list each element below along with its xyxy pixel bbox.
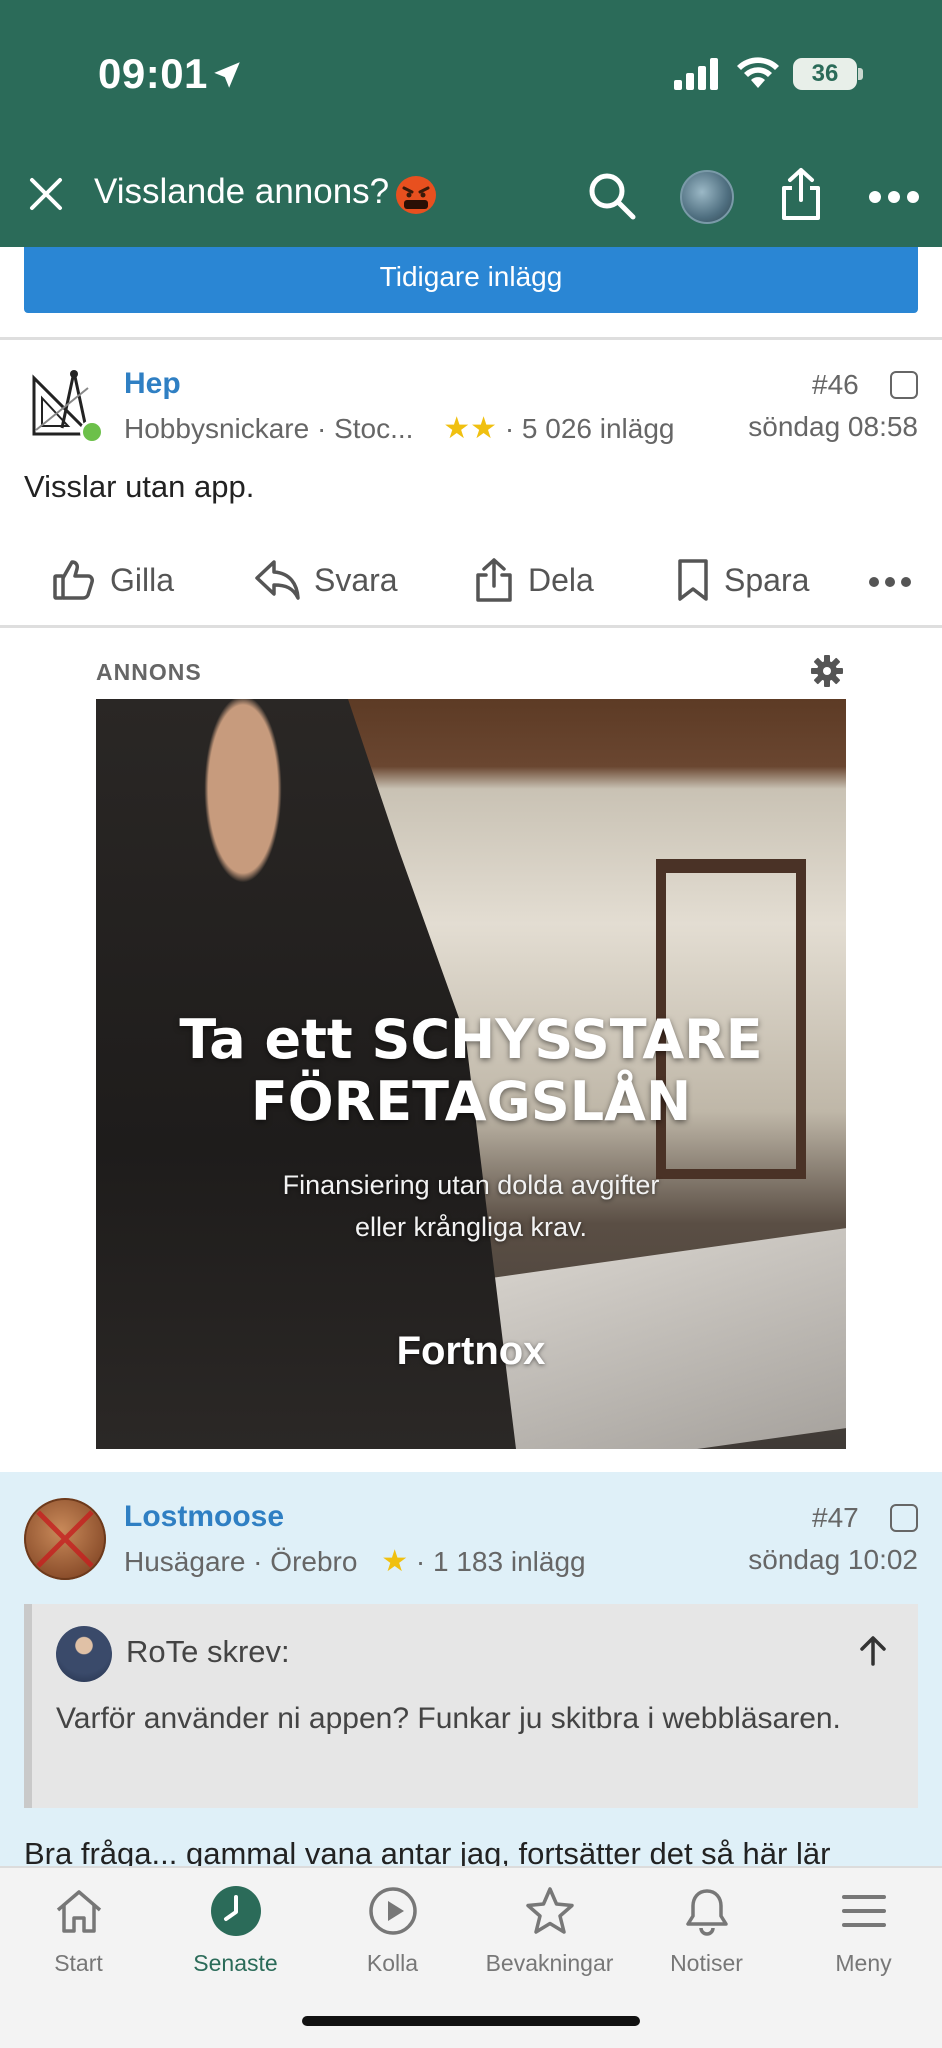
top-bar: 09:01 36 Visslande annons? — [0, 0, 942, 247]
battery-indicator: 36 — [793, 58, 857, 90]
home-icon — [56, 1890, 101, 1933]
post-46: Hep Hobbysnickare · Stoc... ★★ · 5 026 i… — [0, 341, 942, 627]
nav-item-meny[interactable]: Meny — [785, 1882, 942, 1977]
previous-posts-button[interactable]: Tidigare inlägg — [24, 247, 918, 313]
ad-label: ANNONS — [96, 659, 202, 685]
angry-face-emoji-icon — [396, 176, 436, 214]
share-label: Dela — [528, 561, 594, 598]
thumbs-up-icon — [53, 560, 94, 600]
search-icon[interactable] — [586, 170, 638, 222]
nav-label: Notiser — [670, 1950, 743, 1976]
nav-label: Start — [54, 1950, 103, 1976]
post-username[interactable]: Lostmoose — [124, 1500, 284, 1534]
post-body: Bra fråga... gammal vana antar jag, fort… — [24, 1836, 831, 1868]
nav-item-senaste[interactable]: Senaste — [157, 1882, 314, 1977]
like-button[interactable]: Gilla — [52, 555, 174, 605]
quote-text: Varför använder ni appen? Funkar ju skit… — [56, 1702, 841, 1735]
nav-label: Kolla — [366, 1950, 419, 1976]
ad-brand-logo: Fortnox — [396, 1329, 546, 1373]
post-body: Visslar utan app. — [24, 469, 255, 504]
ad-image[interactable]: Ta ett SCHYSSTARE FÖRETAGSLÅN Finansieri… — [96, 699, 846, 1449]
ad-headline: Ta ett SCHYSSTARE FÖRETAGSLÅN — [96, 1009, 846, 1133]
nav-item-notiser[interactable]: Notiser — [628, 1882, 785, 1977]
advertisement: ANNONS Ta ett SCHYSSTARE FÖRETAGSLÅN Fin… — [0, 629, 942, 1469]
post-date: söndag 10:02 — [748, 1544, 918, 1575]
quote-block[interactable]: RoTe skrev: Varför använder ni appen? Fu… — [24, 1604, 918, 1808]
nav-label: Senaste — [193, 1950, 278, 1976]
gear-icon[interactable] — [810, 654, 844, 688]
post-username[interactable]: Hep — [124, 367, 181, 401]
ad-subtext-line1: Finansiering utan dolda avgifter — [282, 1170, 660, 1200]
share-post-button[interactable]: Dela — [474, 555, 594, 605]
nav-item-start[interactable]: Start — [0, 1882, 157, 1977]
ad-subtext: Finansiering utan dolda avgifter eller k… — [96, 1164, 846, 1248]
post-meta: Hobbysnickare · Stoc... ★★ · 5 026 inläg… — [124, 411, 675, 446]
author-post-count: · 5 026 inlägg — [504, 413, 675, 444]
cellular-signal-icon — [674, 58, 718, 90]
divider — [0, 625, 942, 628]
online-status-indicator — [80, 420, 104, 444]
post-number[interactable]: #46 — [812, 369, 859, 401]
clock-icon — [210, 1886, 261, 1936]
nav-item-kolla[interactable]: Kolla — [314, 1882, 471, 1977]
location-arrow-icon — [214, 62, 240, 88]
nav-item-bevakningar[interactable]: Bevakningar — [471, 1882, 628, 1977]
post-author-avatar[interactable] — [24, 1498, 106, 1580]
divider — [0, 337, 942, 340]
reply-label: Svara — [314, 561, 398, 598]
post-number[interactable]: #47 — [812, 1502, 859, 1534]
author-location: Hobbysnickare · Stoc... — [124, 413, 414, 444]
share-icon — [476, 558, 512, 602]
menu-icon — [841, 1895, 886, 1927]
battery-tip — [858, 68, 863, 80]
reply-arrow-icon — [255, 560, 300, 600]
close-icon[interactable] — [26, 174, 66, 214]
select-post-checkbox[interactable] — [890, 371, 918, 399]
bookmark-icon — [678, 559, 708, 601]
ad-headline-line2: FÖRETAGSLÅN — [250, 1070, 692, 1133]
share-icon[interactable] — [778, 166, 824, 222]
rating-stars: ★ — [381, 1545, 409, 1578]
home-indicator[interactable] — [302, 2016, 640, 2026]
ad-headline-line1: Ta ett SCHYSSTARE — [179, 1008, 763, 1071]
star-icon — [525, 1887, 574, 1934]
quote-author-avatar — [56, 1626, 112, 1682]
status-time: 09:01 — [98, 50, 208, 97]
user-avatar[interactable] — [680, 170, 734, 224]
rating-stars: ★★ — [443, 412, 498, 445]
author-location: Husägare · Örebro — [124, 1546, 358, 1577]
more-options-icon[interactable] — [868, 190, 920, 204]
save-label: Spara — [724, 561, 810, 598]
select-post-checkbox[interactable] — [890, 1504, 918, 1532]
post-more-icon[interactable] — [868, 575, 912, 589]
arrow-up-icon[interactable] — [856, 1634, 890, 1668]
reply-button[interactable]: Svara — [254, 555, 398, 605]
bell-icon — [685, 1889, 728, 1936]
post-meta: Husägare · Örebro ★ · 1 183 inlägg — [124, 1544, 586, 1579]
like-label: Gilla — [110, 561, 175, 598]
play-icon — [368, 1887, 417, 1935]
author-post-count: · 1 183 inlägg — [415, 1546, 586, 1577]
ad-subtext-line2: eller krångliga krav. — [354, 1212, 588, 1242]
nav-label: Meny — [835, 1950, 892, 1976]
nav-label: Bevakningar — [485, 1950, 614, 1976]
quote-author: RoTe skrev: — [126, 1634, 290, 1669]
save-button[interactable]: Spara — [676, 555, 809, 605]
post-actions: Gilla Svara Dela Spara — [0, 537, 942, 625]
wifi-icon — [737, 57, 779, 88]
thread-title: Visslande annons? — [94, 172, 390, 211]
post-date: söndag 08:58 — [748, 411, 918, 442]
post-47: Lostmoose Husägare · Örebro ★ · 1 183 in… — [0, 1472, 942, 1868]
avatar-image — [24, 1498, 106, 1580]
